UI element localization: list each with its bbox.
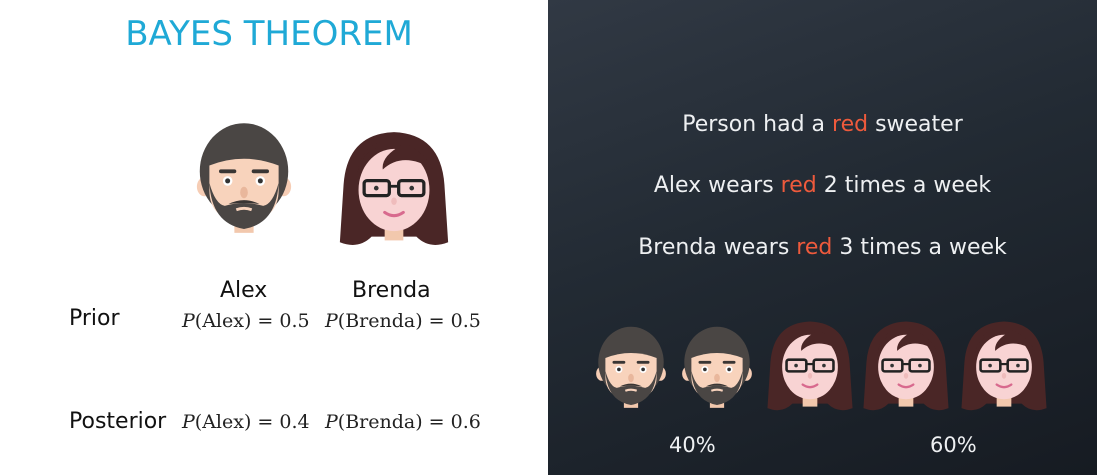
alex-percentage: 40% xyxy=(669,433,716,457)
posterior-alex-formula: P(Alex) = 0.4 xyxy=(182,411,310,433)
posterior-label: Posterior xyxy=(69,409,167,434)
fact-red-sweater: Person had a red sweater xyxy=(682,112,963,137)
woman-with-glasses-face-icon xyxy=(338,130,450,247)
fact-alex-frequency: Alex wears red 2 times a week xyxy=(653,173,992,198)
prior-brenda-formula: P(Brenda) = 0.5 xyxy=(325,310,481,332)
right-panel: Person had a red sweater Alex wears red … xyxy=(548,0,1097,475)
posterior-brenda-formula: P(Brenda) = 0.6 xyxy=(325,411,481,433)
brenda-face-3-icon xyxy=(960,320,1048,412)
brenda-percentage: 60% xyxy=(930,433,977,457)
alex-face-2-icon xyxy=(681,325,753,409)
brenda-face-2-icon xyxy=(862,320,950,412)
brenda-face-1-icon xyxy=(766,320,854,412)
bearded-man-face-icon xyxy=(195,121,293,235)
page-title: BAYES THEOREM xyxy=(125,14,413,54)
brenda-name: Brenda xyxy=(352,278,431,303)
alex-face-1-icon xyxy=(595,325,667,409)
left-panel: BAYES THEOREM Alex Brenda Prior Posterio… xyxy=(0,0,548,475)
prior-label: Prior xyxy=(69,306,120,331)
fact-brenda-frequency: Brenda wears red 3 times a week xyxy=(638,235,1007,260)
prior-alex-formula: P(Alex) = 0.5 xyxy=(182,310,310,332)
alex-name: Alex xyxy=(220,278,268,303)
